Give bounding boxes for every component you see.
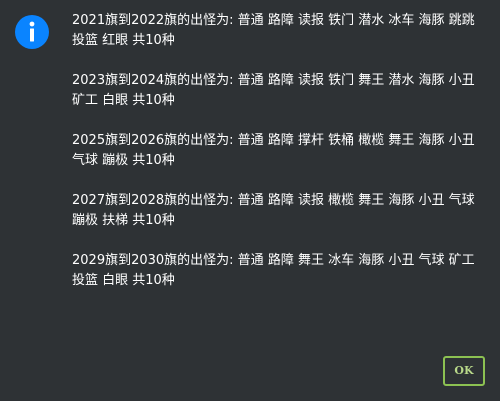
message-dialog: 2021旗到2022旗的出怪为: 普通 路障 读报 铁门 潜水 冰车 海豚 跳跳…	[0, 0, 500, 401]
message-paragraph-4: 2027旗到2028旗的出怪为: 普通 路障 读报 橄榄 舞王 海豚 小丑 气球…	[72, 193, 475, 228]
message-paragraph-5: 2029旗到2030旗的出怪为: 普通 路障 舞王 冰车 海豚 小丑 气球 矿工…	[72, 253, 475, 288]
message-paragraph-3: 2025旗到2026旗的出怪为: 普通 路障 撑杆 铁桶 橄榄 舞王 海豚 小丑…	[72, 133, 475, 168]
info-icon	[15, 15, 49, 49]
message-text: 2021旗到2022旗的出怪为: 普通 路障 读报 铁门 潜水 冰车 海豚 跳跳…	[72, 11, 490, 311]
ok-button[interactable]: OK	[443, 356, 485, 386]
message-paragraph-1: 2021旗到2022旗的出怪为: 普通 路障 读报 铁门 潜水 冰车 海豚 跳跳…	[72, 13, 475, 48]
message-paragraph-2: 2023旗到2024旗的出怪为: 普通 路障 读报 铁门 舞王 潜水 海豚 小丑…	[72, 73, 475, 108]
